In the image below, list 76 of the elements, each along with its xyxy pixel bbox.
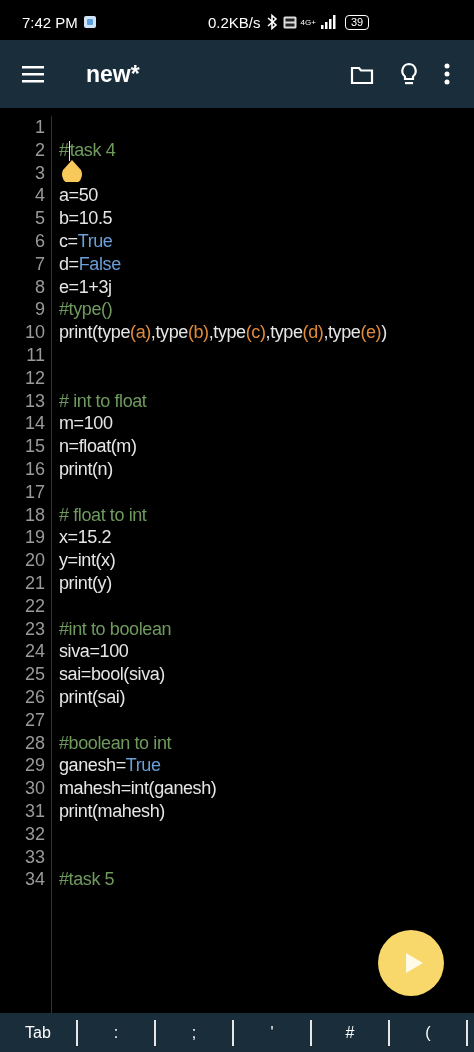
line-number: 13 (23, 389, 45, 413)
code-line: print(y) (59, 572, 112, 593)
app-notification-icon (82, 15, 97, 29)
line-number: 7 (34, 252, 45, 276)
lightbulb-icon (398, 62, 420, 86)
code-line: #boolean to int (59, 732, 172, 753)
line-number: 6 (34, 230, 45, 253)
line-number: 26 (23, 685, 45, 709)
line-number: 29 (23, 754, 45, 778)
line-number: 5 (34, 207, 45, 230)
line-number: 23 (23, 617, 45, 641)
signal-icon (319, 14, 337, 30)
line-number: 8 (34, 275, 45, 299)
symbol-key[interactable]: ( (390, 1019, 468, 1046)
line-number: 17 (23, 480, 45, 504)
line-number: 22 (23, 594, 45, 618)
line-number: 10 (23, 321, 45, 344)
line-number: 15 (23, 435, 45, 458)
code-line: ganesh=True (59, 755, 161, 776)
line-number: 30 (23, 777, 45, 800)
file-title: new* (86, 60, 140, 88)
code-line: x=15.2 (59, 527, 112, 548)
clock-time: 7:42 PM (22, 13, 78, 31)
code-line: c=True (59, 231, 113, 251)
code-line: #task 4 (59, 139, 116, 160)
line-number: 12 (23, 366, 45, 390)
symbol-key[interactable]: Tab (0, 1019, 78, 1046)
code-line: e=1+3j (59, 276, 112, 297)
line-number: 14 (23, 412, 45, 436)
code-line: a=50 (59, 185, 98, 206)
battery-indicator: 39 (344, 14, 370, 30)
code-line: y=int(x) (59, 550, 116, 571)
code-line: print(mahesh) (59, 800, 165, 821)
code-line: print(type(a),type(b),type(c),type(d),type(e)) (59, 322, 387, 343)
code-line: # int to float (59, 390, 147, 411)
symbol-key[interactable]: ; (156, 1019, 234, 1046)
symbol-key[interactable]: # (312, 1019, 390, 1046)
code-line: b=10.5 (59, 208, 113, 229)
code-line: print(n) (59, 458, 113, 479)
code-line: #type() (59, 299, 113, 320)
line-number: 21 (23, 571, 45, 595)
line-number: 34 (23, 868, 45, 892)
code-line: mahesh=int(ganesh) (59, 778, 217, 799)
line-number: 4 (34, 184, 45, 208)
line-number: 1 (34, 116, 45, 139)
code-line: n=float(m) (59, 436, 137, 457)
code-line: sai=bool(siva) (59, 664, 165, 685)
line-number: 9 (34, 298, 45, 322)
line-number: 19 (23, 526, 45, 550)
line-number: 25 (23, 663, 45, 686)
code-line: #task 5 (59, 869, 115, 890)
line-number: 24 (23, 640, 45, 664)
line-number: 3 (34, 161, 45, 185)
network-type: 4G+ (300, 17, 316, 27)
code-line: # float to int (59, 504, 147, 525)
line-number: 11 (25, 343, 45, 367)
code-line: #int to boolean (59, 618, 172, 639)
line-number: 28 (23, 731, 45, 755)
line-number: 33 (23, 845, 45, 869)
line-number: 20 (23, 549, 45, 572)
more-options-icon (444, 63, 450, 85)
line-number: 27 (23, 708, 45, 732)
line-number: 2 (34, 138, 45, 162)
line-number: 18 (23, 503, 45, 527)
line-number: 32 (23, 822, 45, 846)
symbol-key[interactable]: : (78, 1019, 156, 1046)
code-line: siva=100 (59, 641, 129, 662)
network-speed: 0.2KB/s (208, 13, 261, 31)
code-line: print(sai) (59, 686, 125, 707)
code-line: d=False (59, 253, 121, 274)
symbol-key[interactable]: ' (234, 1019, 312, 1046)
line-number: 16 (23, 457, 45, 481)
cursor-handle-icon (61, 159, 83, 182)
line-number: 31 (23, 799, 45, 823)
menu-icon (22, 64, 44, 84)
code-line: m=100 (59, 413, 113, 434)
